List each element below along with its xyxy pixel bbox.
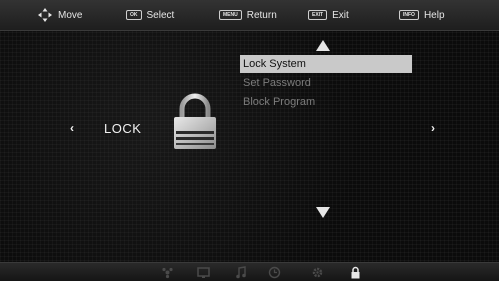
hint-label-help: Help <box>423 9 445 21</box>
hint-label-exit: Exit <box>332 9 349 21</box>
clock-icon[interactable] <box>268 266 281 279</box>
key-hint-bar: Move OK Select MENU Return EXIT Exit INF… <box>0 0 499 31</box>
padlock-icon <box>174 93 216 149</box>
menu-key-icon: MENU <box>219 10 242 20</box>
page-right-arrow[interactable]: › <box>427 121 439 135</box>
hint-exit: EXIT Exit <box>308 0 349 30</box>
scroll-up-arrow-icon[interactable] <box>316 40 330 51</box>
hint-select: OK Select <box>126 0 174 30</box>
dpad-arrows-icon <box>38 8 52 22</box>
lock-menu-list: Lock System Set Password Block Program <box>240 55 412 112</box>
lock-icon[interactable] <box>349 266 362 279</box>
gear-icon[interactable] <box>311 266 324 279</box>
hint-label-move: Move <box>58 9 83 21</box>
scroll-down-arrow-icon[interactable] <box>316 207 330 218</box>
hint-label-return: Return <box>246 9 277 21</box>
page-title: LOCK <box>104 121 142 136</box>
exit-key-icon: EXIT <box>308 10 328 20</box>
menu-item-block-program[interactable]: Block Program <box>240 93 412 111</box>
menu-item-set-password[interactable]: Set Password <box>240 74 412 92</box>
tv-osd-screen: Move OK Select MENU Return EXIT Exit INF… <box>0 0 499 281</box>
music-icon[interactable] <box>235 266 248 279</box>
page-left-arrow[interactable]: ‹ <box>66 121 78 135</box>
hint-move: Move <box>37 0 82 30</box>
hint-return: MENU Return <box>219 0 277 30</box>
satellite-icon[interactable] <box>161 266 174 279</box>
hint-help: INFO Help <box>399 0 445 30</box>
category-icon-bar <box>0 262 499 281</box>
hint-label-select: Select <box>146 9 175 21</box>
info-key-icon: INFO <box>399 10 419 20</box>
ok-key-icon: OK <box>126 10 142 20</box>
menu-item-lock-system[interactable]: Lock System <box>240 55 412 73</box>
picture-icon[interactable] <box>197 266 210 279</box>
